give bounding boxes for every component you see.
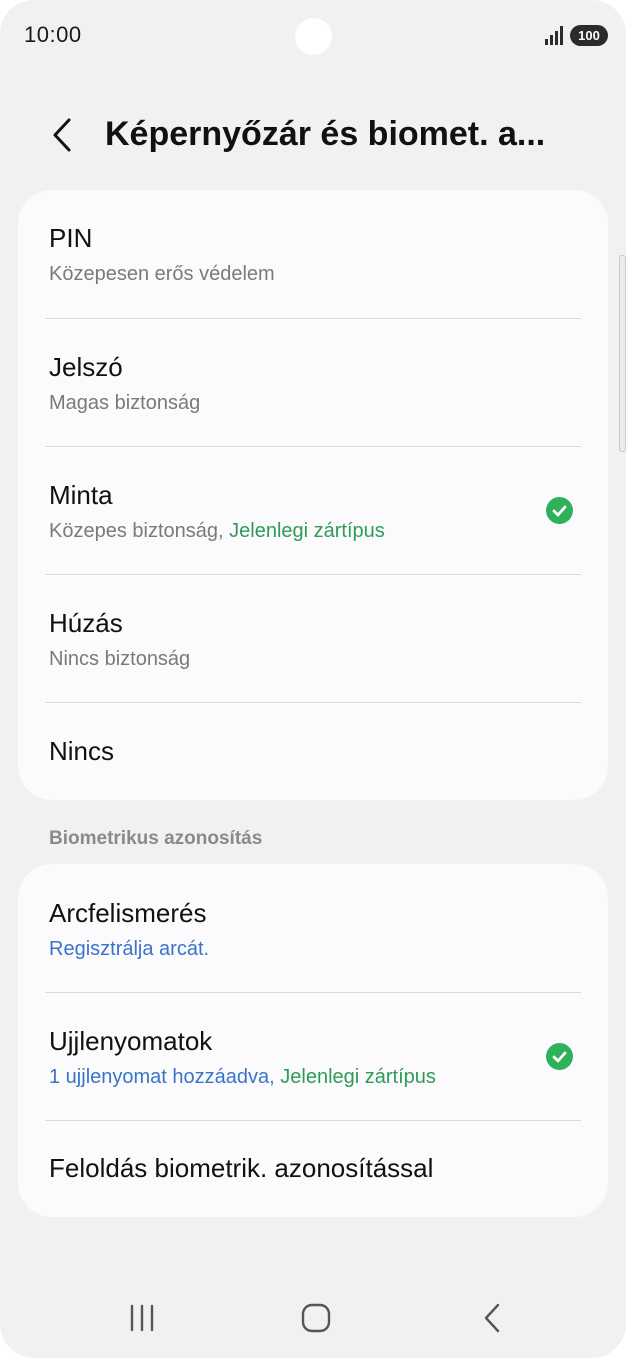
section-header-biometrics: Biometrikus azonosítás <box>49 828 263 849</box>
recents-button[interactable] <box>112 1296 172 1340</box>
row-subtitle: Regisztrálja arcát. <box>49 938 210 960</box>
back-button[interactable] <box>40 112 84 158</box>
scrollbar[interactable] <box>619 255 626 452</box>
page-title: Képernyőzár és biomet. a... <box>105 115 546 153</box>
row-title: Feloldás biometrik. azonosítással <box>49 1153 434 1183</box>
row-title: Ujjlenyomatok <box>49 1026 213 1056</box>
row-title: Arcfelismerés <box>49 898 207 928</box>
row-subtitle: Nincs biztonság <box>49 648 191 670</box>
home-icon <box>301 1303 331 1333</box>
status-bar: 10:00 100 <box>0 0 626 70</box>
lock-type-none[interactable]: Nincs <box>18 703 608 800</box>
checkmark-icon <box>546 1043 573 1070</box>
biometrics-card: Arcfelismerés Regisztrálja arcát. Ujjlen… <box>18 864 608 1217</box>
lock-type-pattern[interactable]: Minta Közepes biztonság, Jelenlegi zártí… <box>18 447 608 575</box>
recents-icon <box>130 1304 154 1332</box>
lock-type-card: PIN Közepesen erős védelem Jelszó Magas … <box>18 190 608 800</box>
row-subtitle: Magas biztonság <box>49 392 201 414</box>
phone-screen: 10:00 100 Képernyőzár és biomet. a... PI… <box>0 0 626 1358</box>
biometric-face-recognition[interactable]: Arcfelismerés Regisztrálja arcát. <box>18 864 608 992</box>
biometric-fingerprints[interactable]: Ujjlenyomatok 1 ujjlenyomat hozzáadva, J… <box>18 993 608 1121</box>
lock-type-pin[interactable]: PIN Közepesen erős védelem <box>18 190 608 318</box>
row-title: Húzás <box>49 608 123 638</box>
signal-bars-icon <box>545 26 563 45</box>
back-icon <box>484 1303 500 1333</box>
battery-indicator: 100 <box>570 25 608 46</box>
row-title: Minta <box>49 480 113 510</box>
row-subtitle: Közepesen erős védelem <box>49 263 275 285</box>
front-camera <box>295 18 332 55</box>
lock-type-swipe[interactable]: Húzás Nincs biztonság <box>18 575 608 703</box>
status-time: 10:00 <box>24 22 82 47</box>
checkmark-icon <box>546 497 573 524</box>
row-subtitle: Közepes biztonság, Jelenlegi zártípus <box>49 520 385 542</box>
app-header: Képernyőzár és biomet. a... <box>0 100 626 170</box>
row-title: Nincs <box>49 736 115 766</box>
row-title: Jelszó <box>49 352 123 382</box>
current-lock-status: Jelenlegi zártípus <box>280 1066 436 1088</box>
lock-type-password[interactable]: Jelszó Magas biztonság <box>18 319 608 447</box>
nav-back-button[interactable] <box>462 1296 522 1340</box>
home-button[interactable] <box>286 1296 346 1340</box>
navigation-bar <box>0 1282 626 1358</box>
current-lock-status: Jelenlegi zártípus <box>229 520 385 542</box>
row-subtitle: 1 ujjlenyomat hozzáadva, Jelenlegi zártí… <box>49 1066 436 1088</box>
row-title: PIN <box>49 223 93 253</box>
biometric-unlock-setting[interactable]: Feloldás biometrik. azonosítással <box>18 1121 608 1217</box>
chevron-left-icon <box>53 118 71 152</box>
